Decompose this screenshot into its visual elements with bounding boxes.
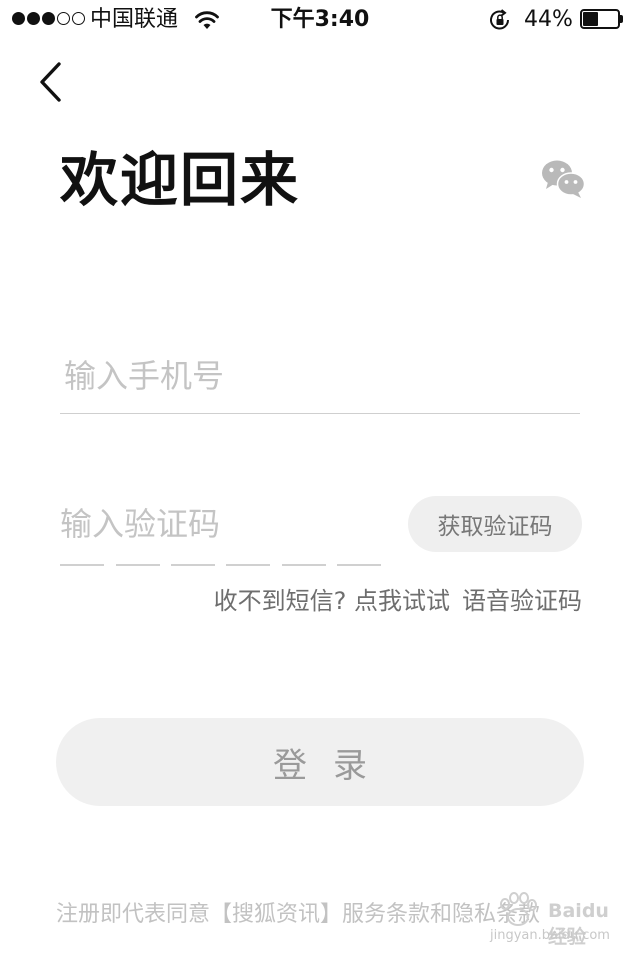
code-slot: [282, 564, 326, 566]
code-slot-underlines: [60, 564, 390, 566]
baidu-watermark: Baidu经验 jingyan.baidu.com: [490, 890, 614, 950]
wechat-login-button[interactable]: [540, 158, 586, 200]
no-sms-hint: 收不到短信? 点我试试: [213, 587, 450, 615]
code-slot: [60, 564, 104, 566]
rotation-lock-icon: [490, 9, 509, 30]
voice-code-link[interactable]: 语音验证码: [462, 587, 582, 615]
wechat-icon: [542, 160, 586, 198]
login-button[interactable]: 登录: [56, 718, 584, 806]
terms-notice: 注册即代表同意【搜狐资讯】服务条款和隐私条款: [56, 898, 540, 932]
status-bar: 中国联通 下午3:40 44%: [0, 0, 640, 40]
get-code-button[interactable]: 获取验证码: [408, 496, 582, 552]
code-slot: [171, 564, 215, 566]
phone-input[interactable]: [64, 348, 574, 404]
battery-percent: 44%: [524, 7, 573, 32]
code-slot: [226, 564, 270, 566]
paw-icon: [500, 892, 537, 926]
watermark-url: jingyan.baidu.com: [490, 928, 610, 943]
code-slot: [116, 564, 160, 566]
phone-field: [60, 340, 580, 414]
sms-help-row: 收不到短信? 点我试试 语音验证码: [0, 584, 582, 618]
chevron-left-icon: [40, 62, 61, 102]
back-button[interactable]: [30, 58, 70, 106]
battery-icon: [580, 9, 624, 29]
terms-text: 注册即代表同意【搜狐资讯】服务条款和: [56, 902, 453, 927]
page-title: 欢迎回来: [60, 146, 301, 214]
code-slot: [337, 564, 381, 566]
verification-code-input[interactable]: [60, 496, 390, 552]
